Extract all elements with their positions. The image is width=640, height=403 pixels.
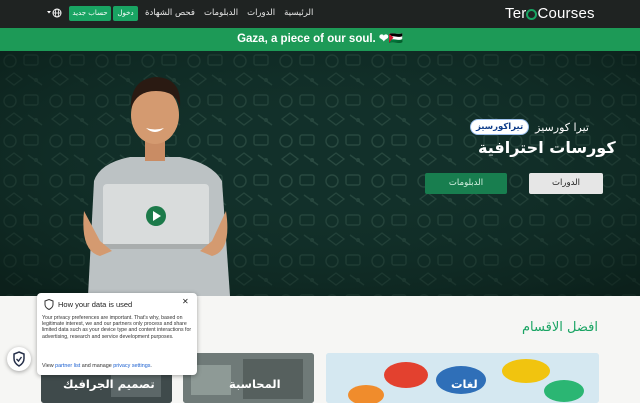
privacy-footer-end: .: [150, 363, 152, 369]
site-logo[interactable]: Ter Courses: [505, 5, 595, 22]
hero-brand-row: تيرا كورسيز تيراكورسيز: [470, 119, 589, 135]
categories-heading: افضل الاقسام: [522, 320, 598, 335]
logo-ring-icon: [526, 9, 538, 20]
privacy-body-text: Your privacy preferences are important. …: [42, 315, 192, 340]
signup-button[interactable]: حساب جديد: [69, 6, 111, 21]
privacy-settings-link[interactable]: privacy settings: [113, 363, 150, 369]
language-selector[interactable]: [46, 8, 64, 21]
shield-icon: [44, 299, 54, 310]
category-label-languages: لغات: [451, 377, 478, 391]
nav-link-verify-certificate[interactable]: فحص الشهادة: [145, 8, 195, 22]
hero-diplomas-button[interactable]: الدبلومات: [425, 173, 507, 194]
privacy-settings-button[interactable]: [7, 347, 31, 371]
nav-link-courses[interactable]: الدورات: [247, 8, 275, 22]
login-button[interactable]: دخول: [113, 6, 138, 21]
announcement-banner: Gaza, a piece of our soul. ❤🇵🇸: [0, 28, 640, 51]
hero-brand-badge: تيراكورسيز: [470, 119, 530, 135]
top-navbar: Ter Courses الرئيسية الدورات الدبلومات فح…: [0, 0, 640, 28]
hero-section: تيرا كورسيز تيراكورسيز كورسات احترافية ا…: [0, 51, 640, 296]
globe-icon: [47, 8, 62, 18]
privacy-footer-mid: and manage: [81, 363, 112, 369]
privacy-footer: View partner list and manage privacy set…: [42, 363, 152, 369]
privacy-title: How your data is used: [58, 300, 133, 309]
privacy-consent-popup: How your data is used ✕ Your privacy pre…: [37, 293, 197, 375]
close-icon[interactable]: ✕: [182, 297, 189, 306]
main-menu: الرئيسية الدورات الدبلومات فحص الشهادة: [145, 8, 313, 22]
logo-text-prefix: Ter: [505, 5, 527, 22]
nav-link-diplomas[interactable]: الدبلومات: [204, 8, 238, 22]
logo-text-suffix: Courses: [537, 5, 595, 22]
category-label-graphic-design: تصميم الجرافيك: [63, 377, 155, 391]
hero-subtitle: كورسات احترافية: [478, 138, 616, 157]
category-label-accounting: المحاسبة: [229, 377, 281, 391]
shield-check-icon: [13, 351, 25, 367]
partner-list-link[interactable]: partner list: [55, 363, 80, 369]
category-card-accounting[interactable]: المحاسبة: [183, 353, 314, 403]
privacy-footer-prefix: View: [42, 363, 54, 369]
hero-brand-name: تيرا كورسيز: [535, 120, 589, 134]
nav-link-home[interactable]: الرئيسية: [284, 8, 313, 22]
category-card-languages[interactable]: لغات: [326, 353, 599, 403]
hero-courses-button[interactable]: الدورات: [529, 173, 603, 194]
